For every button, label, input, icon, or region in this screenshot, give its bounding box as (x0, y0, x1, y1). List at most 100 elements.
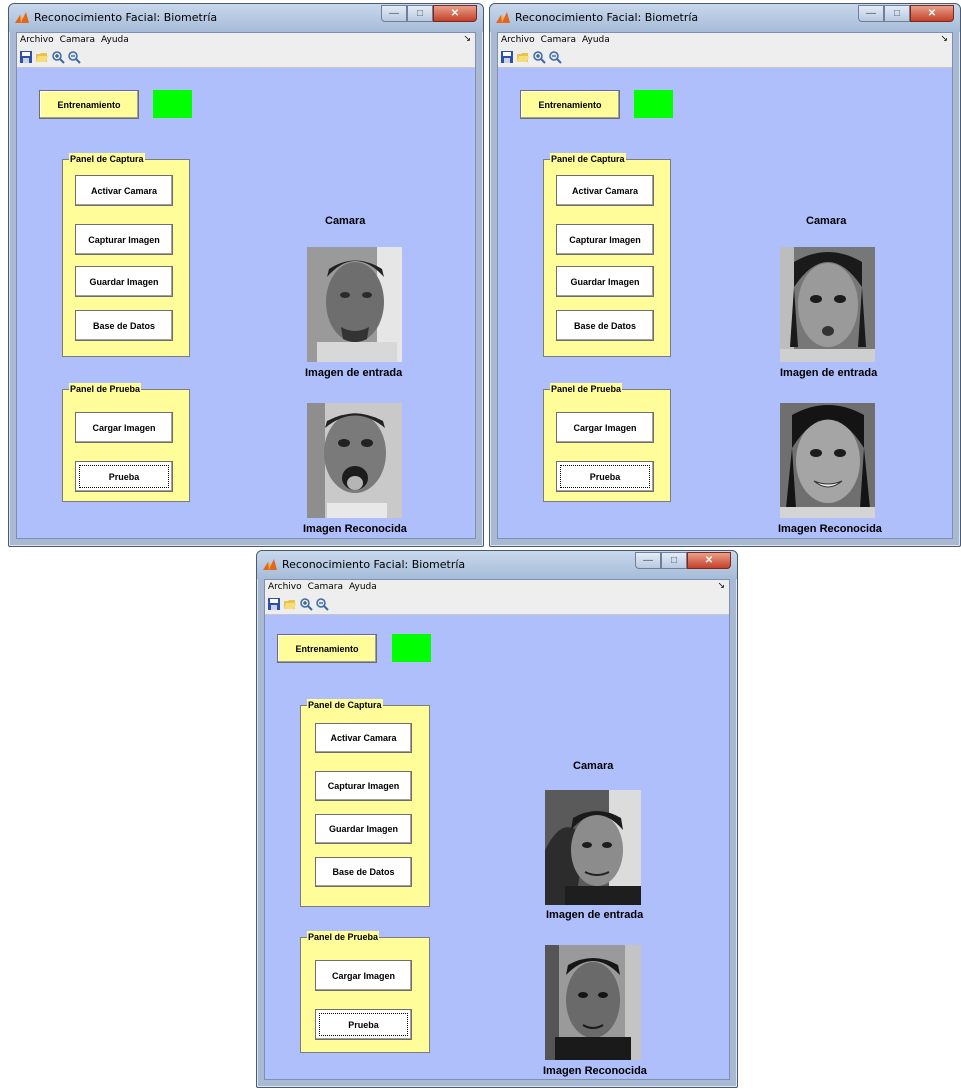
matlab-icon (15, 12, 29, 23)
activate-camera-button[interactable]: Activar Camara (75, 175, 173, 206)
menu-camara[interactable]: Camara (541, 35, 576, 45)
input-image (307, 247, 402, 362)
menu-ayuda[interactable]: Ayuda (101, 35, 129, 45)
recognized-image-label: Imagen Reconocida (778, 523, 882, 535)
capture-panel-title: Panel de Captura (69, 153, 145, 165)
input-image (780, 247, 875, 362)
title-bar[interactable]: Reconocimiento Facial: Biometría — □ ✕ (257, 551, 737, 579)
dock-arrow-icon[interactable]: ↘ (717, 581, 725, 591)
capture-panel-title: Panel de Captura (550, 153, 626, 165)
test-panel: Panel de Prueba Cargar Imagen Prueba (300, 931, 430, 1053)
camera-label: Camara (325, 215, 366, 227)
status-indicator (634, 90, 673, 118)
menu-bar: Archivo Camara Ayuda ↘ (17, 33, 475, 47)
figure-area: Archivo Camara Ayuda ↘ Entrenamiento Pan… (497, 32, 953, 539)
maximize-button[interactable]: □ (661, 552, 687, 569)
camera-label: Camara (806, 215, 847, 227)
open-folder-icon[interactable] (516, 50, 530, 64)
capture-image-button[interactable]: Capturar Imagen (315, 771, 412, 801)
save-icon[interactable] (19, 50, 33, 64)
open-folder-icon[interactable] (283, 597, 297, 611)
recognized-image (780, 403, 875, 518)
minimize-button[interactable]: — (635, 552, 661, 569)
open-folder-icon[interactable] (35, 50, 49, 64)
menu-camara[interactable]: Camara (308, 582, 343, 592)
zoom-out-icon[interactable] (315, 597, 329, 611)
recognized-image-label: Imagen Reconocida (543, 1065, 647, 1077)
minimize-button[interactable]: — (381, 5, 407, 22)
menu-bar: Archivo Camara Ayuda ↘ (498, 33, 952, 47)
menu-bar: Archivo Camara Ayuda ↘ (265, 580, 729, 594)
load-image-button[interactable]: Cargar Imagen (315, 960, 412, 991)
recognized-image (545, 945, 641, 1060)
zoom-in-icon[interactable] (51, 50, 65, 64)
figure-area: Archivo Camara Ayuda ↘ Entrenamiento Pan… (16, 32, 476, 539)
capture-image-button[interactable]: Capturar Imagen (75, 224, 173, 255)
menu-archivo[interactable]: Archivo (20, 35, 54, 45)
capture-panel: Panel de Captura Activar Camara Capturar… (62, 153, 190, 357)
test-panel: Panel de Prueba Cargar Imagen Prueba (543, 383, 671, 502)
input-image-label: Imagen de entrada (305, 367, 403, 379)
dock-arrow-icon[interactable]: ↘ (940, 34, 948, 44)
save-image-button[interactable]: Guardar Imagen (75, 266, 173, 297)
load-image-button[interactable]: Cargar Imagen (556, 412, 654, 443)
camera-label: Camara (573, 760, 614, 772)
status-indicator (153, 90, 192, 118)
title-bar[interactable]: Reconocimiento Facial: Biometría — □ ✕ (490, 4, 960, 32)
dock-arrow-icon[interactable]: ↘ (463, 34, 471, 44)
database-button[interactable]: Base de Datos (315, 857, 412, 887)
zoom-in-icon[interactable] (532, 50, 546, 64)
menu-archivo[interactable]: Archivo (268, 582, 302, 592)
save-image-button[interactable]: Guardar Imagen (315, 814, 412, 844)
app-window: Reconocimiento Facial: Biometría — □ ✕ A… (489, 3, 961, 547)
close-button[interactable]: ✕ (687, 552, 731, 569)
title-bar[interactable]: Reconocimiento Facial: Biometría — □ ✕ (9, 4, 483, 32)
input-image-label: Imagen de entrada (780, 367, 878, 379)
activate-camera-button[interactable]: Activar Camara (556, 175, 654, 206)
app-window: Reconocimiento Facial: Biometría — □ ✕ A… (8, 3, 484, 547)
menu-ayuda[interactable]: Ayuda (582, 35, 610, 45)
toolbar (498, 47, 952, 68)
train-button[interactable]: Entrenamiento (39, 90, 139, 119)
input-image-label: Imagen de entrada (546, 909, 644, 921)
save-icon[interactable] (267, 597, 281, 611)
toolbar (17, 47, 475, 68)
window-title: Reconocimiento Facial: Biometría (282, 558, 466, 571)
test-button[interactable]: Prueba (315, 1009, 412, 1040)
maximize-button[interactable]: □ (884, 5, 910, 22)
save-icon[interactable] (500, 50, 514, 64)
minimize-button[interactable]: — (858, 5, 884, 22)
figure-area: Archivo Camara Ayuda ↘ Entrenamiento Pan… (264, 579, 730, 1080)
window-title: Reconocimiento Facial: Biometría (515, 11, 699, 24)
maximize-button[interactable]: □ (407, 5, 433, 22)
capture-panel: Panel de Captura Activar Camara Capturar… (543, 153, 671, 357)
test-button[interactable]: Prueba (75, 461, 173, 492)
load-image-button[interactable]: Cargar Imagen (75, 412, 173, 443)
matlab-icon (263, 559, 277, 570)
window-title: Reconocimiento Facial: Biometría (34, 11, 218, 24)
zoom-out-icon[interactable] (548, 50, 562, 64)
app-window: Reconocimiento Facial: Biometría — □ ✕ A… (256, 550, 738, 1088)
save-image-button[interactable]: Guardar Imagen (556, 266, 654, 297)
capture-panel-title: Panel de Captura (307, 699, 383, 711)
database-button[interactable]: Base de Datos (75, 310, 173, 341)
activate-camera-button[interactable]: Activar Camara (315, 723, 412, 753)
test-panel-title: Panel de Prueba (307, 931, 380, 943)
database-button[interactable]: Base de Datos (556, 310, 654, 341)
capture-image-button[interactable]: Capturar Imagen (556, 224, 654, 255)
status-indicator (392, 634, 431, 662)
menu-camara[interactable]: Camara (60, 35, 95, 45)
train-button[interactable]: Entrenamiento (277, 634, 377, 663)
close-button[interactable]: ✕ (910, 5, 954, 22)
zoom-in-icon[interactable] (299, 597, 313, 611)
train-button[interactable]: Entrenamiento (520, 90, 620, 119)
test-button[interactable]: Prueba (556, 461, 654, 492)
input-image (545, 790, 641, 905)
toolbar (265, 594, 729, 615)
test-panel: Panel de Prueba Cargar Imagen Prueba (62, 383, 190, 502)
close-button[interactable]: ✕ (433, 5, 477, 22)
menu-ayuda[interactable]: Ayuda (349, 582, 377, 592)
zoom-out-icon[interactable] (67, 50, 81, 64)
menu-archivo[interactable]: Archivo (501, 35, 535, 45)
capture-panel: Panel de Captura Activar Camara Capturar… (300, 699, 430, 907)
